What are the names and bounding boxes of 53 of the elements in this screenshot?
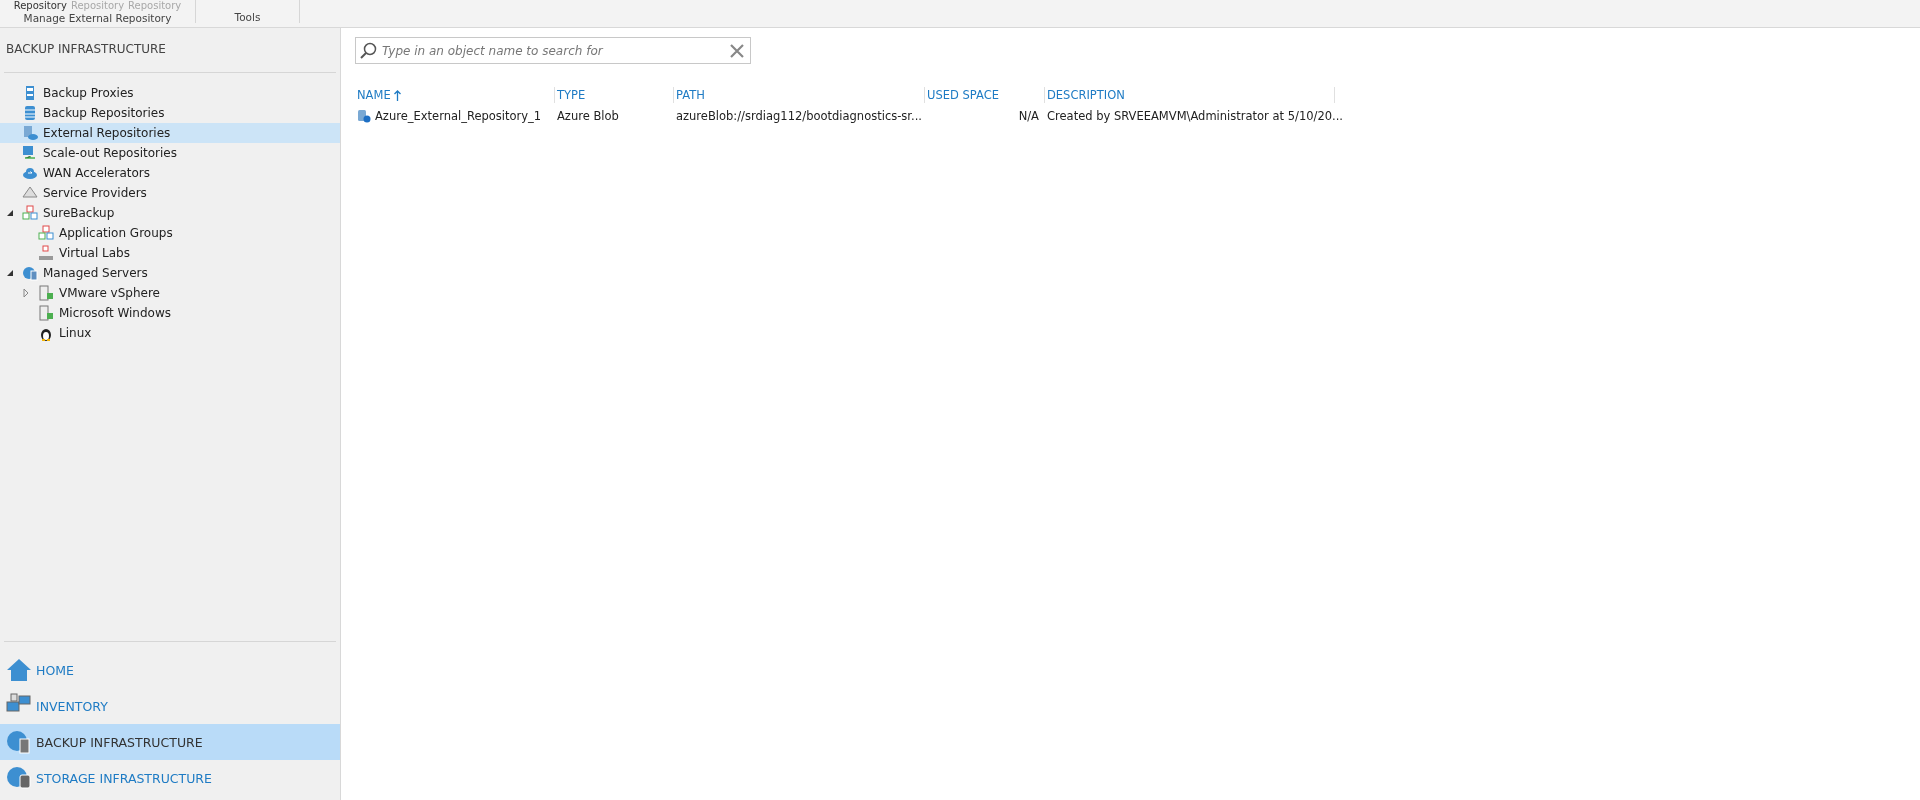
nav-icon	[6, 657, 32, 683]
tree-item-icon	[38, 305, 54, 321]
search-field[interactable]: Type in an object name to search for	[355, 37, 751, 64]
tree-item[interactable]: Scale-out Repositories	[0, 143, 340, 163]
tree-item[interactable]: Application Groups	[0, 223, 340, 243]
expanded-arrow-icon[interactable]	[6, 209, 14, 217]
nav-icon	[6, 729, 32, 755]
table-cell: azureBlob://srdiag112/bootdiagnostics-sr...	[676, 109, 922, 123]
tree-item-icon	[38, 245, 54, 261]
ribbon-group-label: Manage External Repository	[23, 12, 172, 24]
search-icon	[360, 42, 378, 60]
column-header[interactable]: NAME	[355, 87, 555, 103]
tree-item[interactable]: Microsoft Windows	[0, 303, 340, 323]
tree-item[interactable]: WAN Accelerators	[0, 163, 340, 183]
ribbon-button[interactable]: Repository	[13, 0, 67, 12]
repository-icon	[357, 109, 371, 123]
tree-item[interactable]: Backup Repositories	[0, 103, 340, 123]
nav-icon	[6, 765, 32, 791]
tree-item[interactable]: SureBackup	[0, 203, 340, 223]
column-header[interactable]: PATH	[674, 87, 925, 103]
tree-item-icon	[22, 265, 38, 281]
nav-item[interactable]: INVENTORY	[0, 688, 340, 724]
ribbon-group-label: Tools	[234, 11, 261, 23]
table-cell: Azure_External_Repository_1	[375, 109, 542, 123]
tree-item-icon	[22, 125, 38, 141]
tree-item-icon	[22, 105, 38, 121]
tree-item[interactable]: Service Providers	[0, 183, 340, 203]
sort-arrow-icon	[393, 89, 401, 101]
table-cell: Azure Blob	[557, 109, 619, 123]
clear-icon[interactable]	[730, 44, 744, 58]
tree-item[interactable]: External Repositories	[0, 123, 340, 143]
nav-item[interactable]: STORAGE INFRASTRUCTURE	[0, 760, 340, 796]
expanded-arrow-icon[interactable]	[6, 269, 14, 277]
column-header[interactable]: USED SPACE	[925, 87, 1045, 103]
nav-item[interactable]: HOME	[0, 652, 340, 688]
collapsed-arrow-icon[interactable]	[22, 289, 30, 297]
tree-item[interactable]: Backup Proxies	[0, 83, 340, 103]
tree-item-icon	[22, 145, 38, 161]
tree-item-icon	[22, 205, 38, 221]
tree-item-icon	[22, 165, 38, 181]
tree-item[interactable]: Managed Servers	[0, 263, 340, 283]
tree-item-icon	[22, 185, 38, 201]
nav-item[interactable]: BACKUP INFRASTRUCTURE	[0, 724, 340, 760]
tree-item[interactable]: Virtual Labs	[0, 243, 340, 263]
table-cell: N/A	[1018, 109, 1039, 123]
table-cell: Created by SRVEEAMVM\Administrator at 5/10/20...	[1047, 109, 1343, 123]
tree-item[interactable]: VMware vSphere	[0, 283, 340, 303]
sidebar-title: BACKUP INFRASTRUCTURE	[5, 41, 167, 58]
column-header[interactable]: DESCRIPTION	[1045, 87, 1335, 103]
column-header[interactable]: TYPE	[555, 87, 674, 103]
tree-item-icon	[38, 285, 54, 301]
tree-item-icon	[38, 225, 54, 241]
tree-item[interactable]: Linux	[0, 323, 340, 343]
